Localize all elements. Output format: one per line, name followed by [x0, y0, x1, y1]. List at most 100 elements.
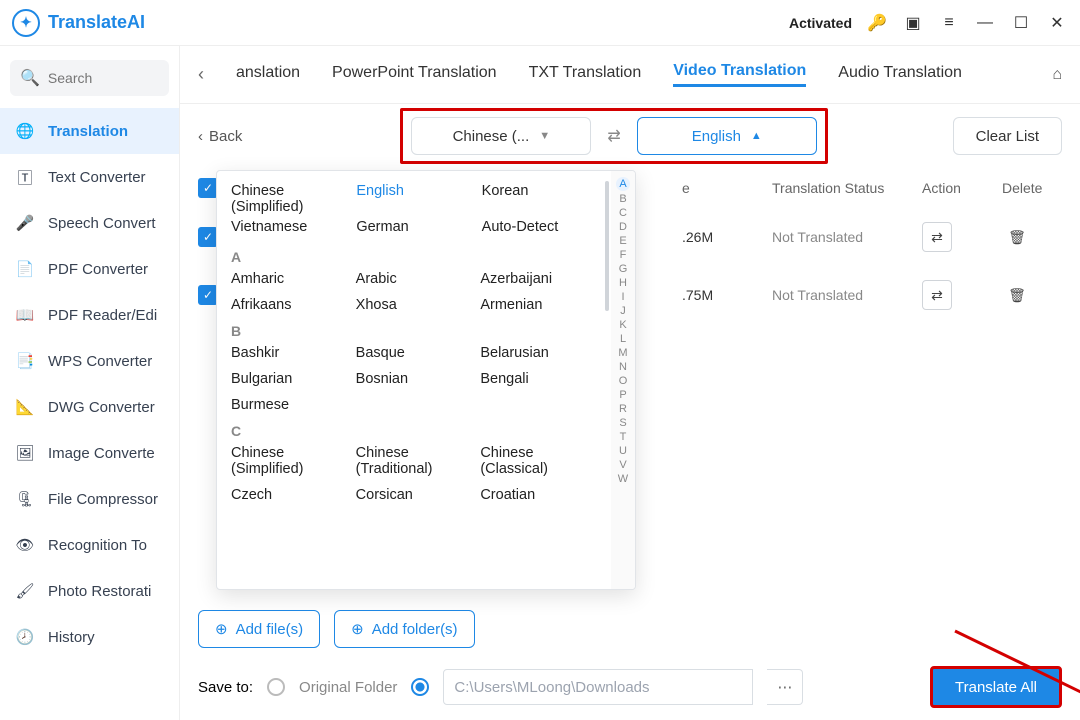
swap-icon: ⇄ — [931, 229, 943, 246]
tab-audio[interactable]: Audio Translation — [838, 64, 962, 86]
lang-option[interactable]: Korean — [482, 183, 597, 215]
swap-icon: ⇄ — [931, 287, 943, 304]
sidebar-item-wps-converter[interactable]: 📑WPS Converter — [0, 338, 179, 384]
lang-option[interactable]: Chinese (Simplified) — [231, 445, 348, 477]
row-delete-button[interactable]: 🗑 — [1002, 222, 1032, 252]
pdf-reader-icon: 📖 — [14, 304, 36, 326]
app-title: TranslateAI — [48, 12, 145, 33]
select-all-checkbox[interactable]: ✓ — [198, 178, 218, 198]
sidebar-item-text-converter[interactable]: 🅃Text Converter — [0, 154, 179, 200]
tab-txt[interactable]: TXT Translation — [529, 64, 642, 86]
translation-icon: 🌐 — [14, 120, 36, 142]
sidebar-item-photo-restoration[interactable]: 🖌Photo Restorati — [0, 568, 179, 614]
lang-option[interactable]: Corsican — [356, 487, 473, 503]
sidebar-item-dwg-converter[interactable]: 📐DWG Converter — [0, 384, 179, 430]
dropdown-scrollbar[interactable] — [605, 181, 609, 311]
lang-option[interactable]: Vietnamese — [231, 219, 346, 235]
lang-option[interactable]: Chinese (Simplified) — [231, 183, 346, 215]
plus-icon: ⊕ — [215, 620, 228, 638]
clear-list-button[interactable]: Clear List — [953, 117, 1062, 155]
search-icon: 🔍 — [20, 68, 40, 88]
search-input[interactable]: 🔍 — [10, 60, 169, 96]
lang-option[interactable]: Chinese (Classical) — [480, 445, 597, 477]
lang-option[interactable]: Armenian — [480, 297, 597, 313]
maximize-icon[interactable]: ☐ — [1010, 12, 1032, 34]
scan-icon[interactable]: ▣ — [902, 12, 924, 34]
chevron-down-icon: ▼ — [539, 130, 550, 142]
row-delete-button[interactable]: 🗑 — [1002, 280, 1032, 310]
text-icon: 🅃 — [14, 166, 36, 188]
trash-icon: 🗑 — [1008, 287, 1026, 304]
image-icon: 🖼 — [14, 442, 36, 464]
save-path-input[interactable]: C:\Users\MLoong\Downloads — [443, 669, 753, 705]
source-language-select[interactable]: Chinese (... ▼ — [411, 117, 591, 155]
lang-option[interactable]: Croatian — [480, 487, 597, 503]
speech-icon: 🎤 — [14, 212, 36, 234]
lang-option[interactable]: Czech — [231, 487, 348, 503]
tab-video[interactable]: Video Translation — [673, 62, 806, 87]
alpha-section-b: B — [231, 323, 597, 339]
lang-option[interactable]: Xhosa — [356, 297, 473, 313]
close-icon[interactable]: ✕ — [1046, 12, 1068, 34]
radio-custom-path[interactable] — [411, 678, 429, 696]
browse-path-button[interactable]: ⋯ — [767, 669, 803, 705]
add-files-button[interactable]: ⊕Add file(s) — [198, 610, 320, 648]
row-action-button[interactable]: ⇄ — [922, 222, 952, 252]
compress-icon: 🗜 — [14, 488, 36, 510]
translate-all-button[interactable]: Translate All — [930, 666, 1062, 708]
lang-option[interactable]: Amharic — [231, 271, 348, 287]
sidebar-item-file-compressor[interactable]: 🗜File Compressor — [0, 476, 179, 522]
lang-option[interactable]: Chinese (Traditional) — [356, 445, 473, 477]
add-folders-button[interactable]: ⊕Add folder(s) — [334, 610, 474, 648]
lang-option[interactable]: Belarusian — [480, 345, 597, 361]
sidebar-item-pdf-reader[interactable]: 📖PDF Reader/Edi — [0, 292, 179, 338]
lang-option[interactable]: Azerbaijani — [480, 271, 597, 287]
sidebar-item-history[interactable]: 🕗History — [0, 614, 179, 660]
menu-icon[interactable]: ≡ — [938, 12, 960, 34]
alpha-section-a: A — [231, 249, 597, 265]
col-action: Action — [922, 180, 1002, 196]
target-language-select[interactable]: English ▲ — [637, 117, 817, 155]
tab-partial[interactable]: anslation — [236, 64, 300, 86]
lang-option[interactable]: Bashkir — [231, 345, 348, 361]
lang-option[interactable]: Burmese — [231, 397, 348, 413]
language-selector-group: Chinese (... ▼ ⇄ English ▲ — [400, 108, 827, 164]
row-action-button[interactable]: ⇄ — [922, 280, 952, 310]
sidebar-item-pdf-converter[interactable]: 📄PDF Converter — [0, 246, 179, 292]
sidebar-item-translation[interactable]: 🌐Translation — [0, 108, 179, 154]
home-icon[interactable]: ⌂ — [1052, 66, 1062, 84]
lang-option[interactable]: Arabic — [356, 271, 473, 287]
language-dropdown: Chinese (Simplified) English Korean Viet… — [216, 170, 636, 590]
col-status: Translation Status — [772, 180, 922, 196]
lang-option[interactable]: Bengali — [480, 371, 597, 387]
lang-option[interactable]: English — [356, 183, 471, 215]
tab-powerpoint[interactable]: PowerPoint Translation — [332, 64, 497, 86]
lang-option[interactable]: German — [356, 219, 471, 235]
sidebar-item-speech-convert[interactable]: 🎤Speech Convert — [0, 200, 179, 246]
minimize-icon[interactable]: — — [974, 12, 996, 34]
row-checkbox[interactable]: ✓ — [198, 227, 218, 247]
lang-option[interactable]: Bosnian — [356, 371, 473, 387]
tabs-scroll-left-icon[interactable]: ‹ — [198, 64, 204, 85]
chevron-left-icon: ‹ — [198, 128, 203, 145]
activated-label: Activated — [789, 15, 852, 31]
sidebar-item-recognition[interactable]: 👁Recognition To — [0, 522, 179, 568]
alpha-section-c: C — [231, 423, 597, 439]
lang-option[interactable]: Afrikaans — [231, 297, 348, 313]
lang-option[interactable]: Auto-Detect — [482, 219, 597, 235]
sidebar-item-image-converter[interactable]: 🖼Image Converte — [0, 430, 179, 476]
col-size: e — [682, 180, 772, 196]
row-checkbox[interactable]: ✓ — [198, 285, 218, 305]
alpha-index[interactable]: A B C D E F G H I J K L M N O P R S T U … — [611, 171, 635, 589]
radio-original-folder[interactable] — [267, 678, 285, 696]
swap-languages-icon[interactable]: ⇄ — [607, 126, 620, 146]
lang-option[interactable]: Bulgarian — [231, 371, 348, 387]
plus-icon: ⊕ — [351, 620, 364, 638]
dwg-icon: 📐 — [14, 396, 36, 418]
recognition-icon: 👁 — [14, 534, 36, 556]
key-icon[interactable]: 🔑 — [866, 12, 888, 34]
trash-icon: 🗑 — [1008, 229, 1026, 246]
back-button[interactable]: ‹ Back — [198, 128, 242, 145]
chevron-up-icon: ▲ — [751, 130, 762, 142]
lang-option[interactable]: Basque — [356, 345, 473, 361]
